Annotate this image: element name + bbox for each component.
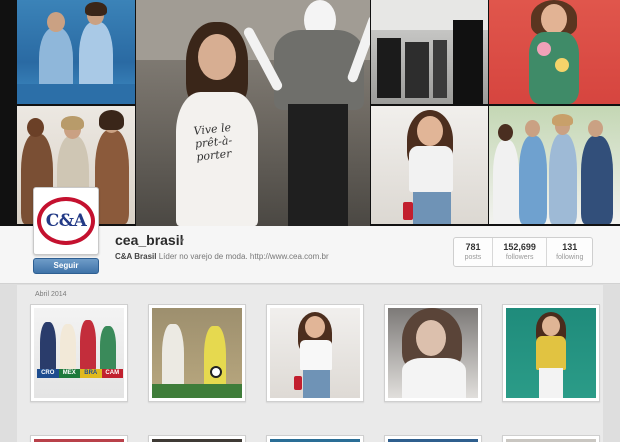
profile-bio: C&A Brasil Líder no varejo de moda. http… (115, 252, 329, 261)
feed-photo[interactable]: CRO MEX BRA CAM (30, 304, 128, 402)
mosaic-photo-store-interior (371, 0, 488, 104)
feed-photo-image (270, 308, 360, 398)
follow-button[interactable]: Seguir (33, 258, 99, 274)
photo-feed: Abril 2014 CRO MEX BRA CAM (17, 285, 603, 442)
bio-link[interactable]: http://www.cea.com.br (250, 252, 329, 261)
stat-followers[interactable]: 152,699 followers (491, 238, 547, 266)
feed-photo-image (506, 308, 596, 398)
stat-value: 131 (562, 242, 578, 252)
banner-mex: MEX (58, 369, 80, 378)
stat-label: followers (505, 254, 534, 261)
chevron-down-icon[interactable]: ▾ (180, 236, 184, 245)
bio-name: C&A Brasil (115, 252, 157, 261)
banner-cro: CRO (37, 369, 59, 378)
mosaic-photo-floral-swimsuit (489, 0, 620, 104)
mosaic-photo-denim-couple (17, 0, 135, 104)
brand-logo: C&A (37, 197, 95, 245)
feed-photo[interactable] (266, 304, 364, 402)
feed-photo-image (388, 308, 478, 398)
feed-photo[interactable] (148, 435, 246, 442)
feed-photo[interactable] (502, 435, 600, 442)
profile-stats: 781 posts 152,699 followers 131 followin… (453, 237, 593, 267)
mosaic-photo-woman-with-mannequin: Vive le prêt-à-porter (136, 0, 370, 226)
stat-value: 781 (465, 242, 481, 252)
banner-bra: BRA (80, 369, 102, 378)
shirt-print: Vive le prêt-à-porter (193, 120, 233, 164)
stat-label: following (556, 254, 584, 261)
feed-photo[interactable] (148, 304, 246, 402)
banner-cam: CAM (101, 369, 123, 378)
profile-username: cea_brasil (115, 232, 184, 248)
stat-label: posts (464, 254, 482, 261)
feed-photo[interactable] (266, 435, 364, 442)
stat-value: 152,699 (503, 242, 536, 252)
feed-photo-image (152, 308, 242, 398)
countries-banner: CRO MEX BRA CAM (37, 369, 123, 378)
logo-text: C&A (45, 211, 87, 231)
feed-photo[interactable] (30, 435, 128, 442)
mosaic-photo-group-denim (489, 106, 620, 224)
avatar[interactable]: C&A (33, 187, 99, 255)
feed-photo[interactable] (384, 435, 482, 442)
stat-posts[interactable]: 781 posts (454, 238, 492, 266)
feed-photo[interactable] (502, 304, 600, 402)
stat-following[interactable]: 131 following (546, 238, 592, 266)
mosaic-photo-printed-tank-top (371, 106, 488, 224)
bio-text: Líder no varejo de moda. (158, 252, 248, 261)
feed-date-label: Abril 2014 (35, 291, 67, 298)
feed-photo[interactable] (384, 304, 482, 402)
feed-photo-image: CRO MEX BRA CAM (34, 308, 124, 398)
